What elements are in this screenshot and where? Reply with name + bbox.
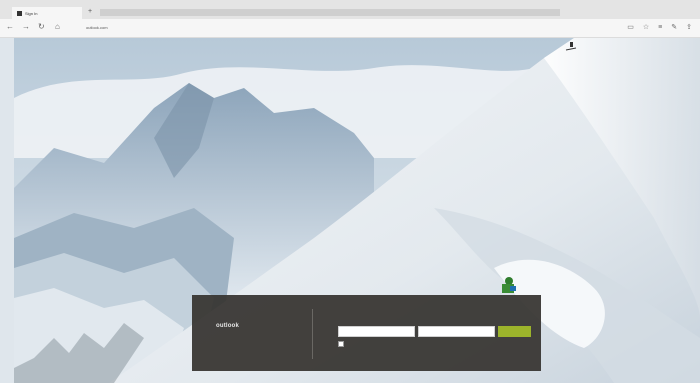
- reading-view-icon[interactable]: ▭: [627, 22, 634, 34]
- share-icon[interactable]: ⇪: [686, 22, 692, 34]
- toolbar-icons: ▭ ☆ ≡ ✎ ⇪: [627, 22, 692, 34]
- tab-strip: [100, 9, 560, 16]
- sign-in-button[interactable]: [498, 326, 531, 337]
- brand-logo: outlook: [216, 323, 240, 329]
- tab-title: Sign In: [25, 10, 38, 16]
- username-field[interactable]: [338, 326, 415, 337]
- address-text: outlook.com: [86, 25, 108, 30]
- back-icon[interactable]: ←: [6, 21, 14, 33]
- page-viewport: outlook: [14, 38, 700, 383]
- tab-bar: Sign In +: [0, 0, 700, 19]
- refresh-icon[interactable]: ↻: [38, 21, 45, 33]
- login-panel: outlook: [192, 295, 541, 371]
- browser-toolbar: ← → ↻ ⌂ outlook.com ▭ ☆ ≡ ✎ ⇪: [0, 19, 700, 38]
- remember-me[interactable]: [338, 341, 347, 347]
- note-icon[interactable]: ✎: [671, 22, 677, 34]
- browser-window: Sign In + ← → ↻ ⌂ outlook.com ▭ ☆ ≡ ✎ ⇪: [0, 0, 700, 383]
- favicon-icon: [17, 10, 22, 16]
- address-bar[interactable]: outlook.com: [86, 23, 606, 32]
- home-icon[interactable]: ⌂: [55, 21, 60, 33]
- panel-divider: [312, 309, 313, 359]
- hub-icon[interactable]: ≡: [658, 22, 662, 34]
- forward-icon[interactable]: →: [22, 21, 30, 33]
- remember-checkbox[interactable]: [338, 341, 344, 347]
- browser-tab[interactable]: Sign In: [12, 7, 82, 19]
- password-field[interactable]: [418, 326, 495, 337]
- favorites-icon[interactable]: ☆: [643, 22, 649, 34]
- new-tab-button[interactable]: +: [88, 8, 92, 16]
